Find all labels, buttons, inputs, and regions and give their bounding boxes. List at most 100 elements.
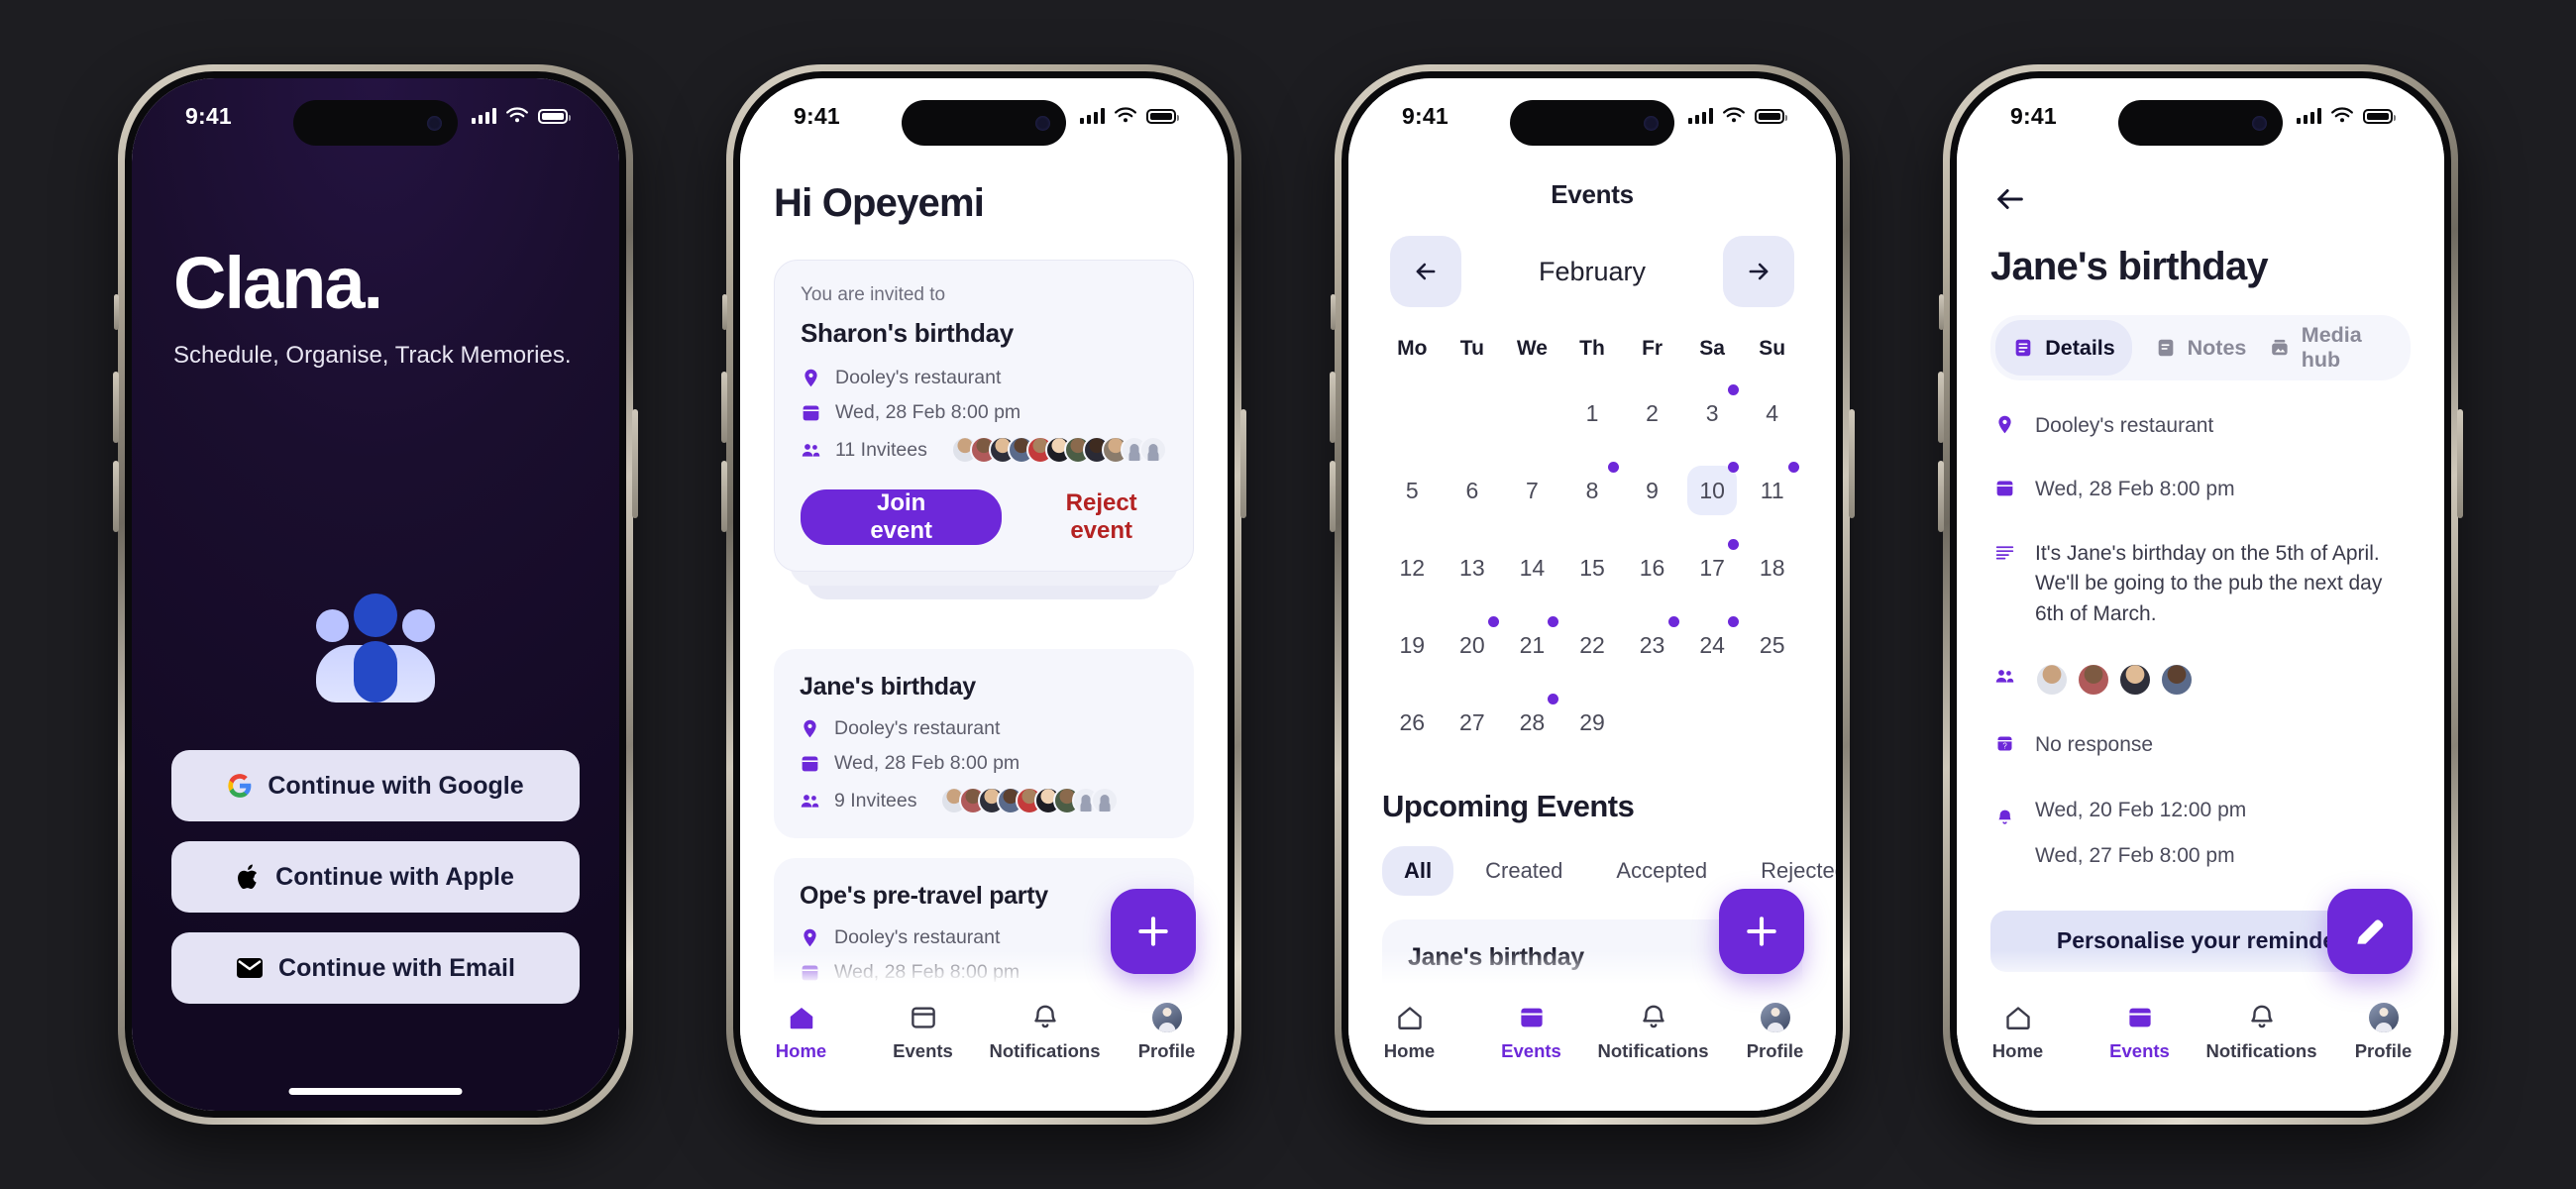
tab-notes[interactable]: Notes xyxy=(2132,320,2269,376)
avatar-icon xyxy=(2368,1003,2399,1032)
calendar-day-cell[interactable]: 28 xyxy=(1502,692,1562,753)
power-button[interactable] xyxy=(632,409,638,518)
invite-card-wrapper: You are invited to Sharon's birthday Doo… xyxy=(774,260,1194,599)
silent-switch[interactable] xyxy=(114,294,119,330)
avatar xyxy=(1138,436,1167,464)
tab-profile[interactable]: Profile xyxy=(1106,1002,1228,1062)
event-location: Dooley's restaurant xyxy=(834,926,1001,948)
silent-switch[interactable] xyxy=(1331,294,1336,330)
power-button[interactable] xyxy=(1240,409,1246,518)
volume-down-button[interactable] xyxy=(721,461,727,532)
avatar xyxy=(2077,663,2110,698)
calendar-day-cell[interactable]: 13 xyxy=(1443,537,1503,598)
invite-location: Dooley's restaurant xyxy=(835,367,1002,388)
tab-notifications[interactable]: Notifications xyxy=(984,1002,1106,1062)
calendar-day-cell[interactable]: 10 xyxy=(1682,460,1743,521)
calendar-blank-cell xyxy=(1502,382,1562,444)
calendar-day-cell[interactable]: 20 xyxy=(1443,614,1503,676)
volume-up-button[interactable] xyxy=(721,372,727,443)
calendar-day-cell[interactable]: 8 xyxy=(1562,460,1623,521)
filter-chip-created[interactable]: Created xyxy=(1463,846,1584,896)
calendar-day-cell[interactable]: 7 xyxy=(1502,460,1562,521)
continue-with-apple-button[interactable]: Continue with Apple xyxy=(171,841,580,913)
calendar-day-cell[interactable]: 3 xyxy=(1682,382,1743,444)
calendar-day-cell[interactable]: 21 xyxy=(1502,614,1562,676)
continue-with-google-button[interactable]: Continue with Google xyxy=(171,750,580,821)
edit-event-fab[interactable] xyxy=(2327,889,2413,974)
silent-switch[interactable] xyxy=(1939,294,1944,330)
tab-home[interactable]: Home xyxy=(1348,1002,1470,1062)
phone-home: 9:41 Hi Opeyemi You are invited to Sharo… xyxy=(721,64,1246,1125)
calendar-day-cell[interactable]: 5 xyxy=(1382,460,1443,521)
back-button[interactable] xyxy=(1990,179,2030,219)
tab-events[interactable]: Events xyxy=(862,1002,984,1062)
tab-home[interactable]: Home xyxy=(740,1002,862,1062)
calendar-day-cell[interactable]: 14 xyxy=(1502,537,1562,598)
calendar-day-cell[interactable]: 29 xyxy=(1562,692,1623,753)
reminder-time-0: Wed, 20 Feb 12:00 pm xyxy=(2035,798,2247,821)
location-pin-icon xyxy=(801,368,821,388)
calendar-day-cell[interactable]: 24 xyxy=(1682,614,1743,676)
continue-with-email-button[interactable]: Continue with Email xyxy=(171,932,580,1004)
calendar-day-cell[interactable]: 15 xyxy=(1562,537,1623,598)
filter-chip-accepted[interactable]: Accepted xyxy=(1594,846,1729,896)
invite-invitees-row: 11 Invitees xyxy=(801,436,1167,464)
calendar-day-cell[interactable]: 19 xyxy=(1382,614,1443,676)
add-event-fab[interactable] xyxy=(1719,889,1804,974)
calendar-day-number: 8 xyxy=(1585,477,1599,503)
calendar-day-cell[interactable]: 25 xyxy=(1742,614,1802,676)
calendar-day-cell[interactable]: 27 xyxy=(1443,692,1503,753)
tab-notifications[interactable]: Notifications xyxy=(2200,1002,2322,1062)
prev-month-button[interactable] xyxy=(1390,236,1461,307)
home-indicator xyxy=(288,1088,463,1095)
reject-event-button[interactable]: Reject event xyxy=(1035,489,1167,545)
tab-details[interactable]: Details xyxy=(1995,320,2132,376)
invite-card[interactable]: You are invited to Sharon's birthday Doo… xyxy=(774,260,1194,572)
tab-profile[interactable]: Profile xyxy=(1714,1002,1836,1062)
filter-chip-all[interactable]: All xyxy=(1382,846,1454,896)
calendar-day-cell[interactable]: 17 xyxy=(1682,537,1743,598)
calendar-day-cell[interactable]: 1 xyxy=(1562,382,1623,444)
calendar-day-cell[interactable]: 23 xyxy=(1622,614,1682,676)
calendar-day-number: 13 xyxy=(1459,554,1485,581)
calendar-day-cell[interactable]: 9 xyxy=(1622,460,1682,521)
tab-home[interactable]: Home xyxy=(1957,1002,2079,1062)
tab-profile[interactable]: Profile xyxy=(2322,1002,2444,1062)
battery-icon xyxy=(2363,108,2396,124)
silent-switch[interactable] xyxy=(722,294,727,330)
calendar-day-cell[interactable]: 11 xyxy=(1742,460,1802,521)
join-event-button[interactable]: Join event xyxy=(801,489,1003,545)
calendar-grid[interactable]: 1 2 3 4 5 6 7 8 9 10 11 12 13 14 15 16 17 18 19 20 21 22 23 24 2… xyxy=(1382,382,1802,753)
next-month-button[interactable] xyxy=(1722,236,1794,307)
volume-down-button[interactable] xyxy=(113,461,119,532)
volume-up-button[interactable] xyxy=(1330,372,1336,443)
calendar-day-cell[interactable]: 2 xyxy=(1622,382,1682,444)
calendar-day-cell[interactable]: 4 xyxy=(1742,382,1802,444)
tab-media-hub[interactable]: Media hub xyxy=(2269,320,2406,376)
power-button[interactable] xyxy=(2457,409,2463,518)
phone-splash: 9:41 Clana. Schedule, Organise, Track Me… xyxy=(113,64,638,1125)
volume-down-button[interactable] xyxy=(1938,461,1944,532)
volume-down-button[interactable] xyxy=(1330,461,1336,532)
calendar-day-cell[interactable]: 6 xyxy=(1443,460,1503,521)
detail-tabs: Details Notes Media hub xyxy=(1990,315,2411,380)
calendar-day-cell[interactable]: 26 xyxy=(1382,692,1443,753)
brand-block: Clana. Schedule, Organise, Track Memorie… xyxy=(173,247,572,370)
status-time: 9:41 xyxy=(185,102,232,129)
calendar-day-cell[interactable]: 22 xyxy=(1562,614,1623,676)
add-event-fab[interactable] xyxy=(1111,889,1196,974)
calendar-day-cell[interactable]: 16 xyxy=(1622,537,1682,598)
tab-events[interactable]: Events xyxy=(1470,1002,1592,1062)
volume-up-button[interactable] xyxy=(1938,372,1944,443)
calendar-event-dot xyxy=(1728,384,1740,395)
tab-events[interactable]: Events xyxy=(2079,1002,2200,1062)
calendar-day-number: 2 xyxy=(1646,399,1659,426)
calendar-day-number: 29 xyxy=(1579,708,1605,735)
tab-notifications[interactable]: Notifications xyxy=(1592,1002,1714,1062)
calendar-event-dot xyxy=(1607,462,1619,473)
calendar-day-cell[interactable]: 18 xyxy=(1742,537,1802,598)
calendar-day-cell[interactable]: 12 xyxy=(1382,537,1443,598)
event-card-0[interactable]: Jane's birthday Dooley's restaurant Wed,… xyxy=(774,649,1194,838)
power-button[interactable] xyxy=(1849,409,1855,518)
volume-up-button[interactable] xyxy=(113,372,119,443)
